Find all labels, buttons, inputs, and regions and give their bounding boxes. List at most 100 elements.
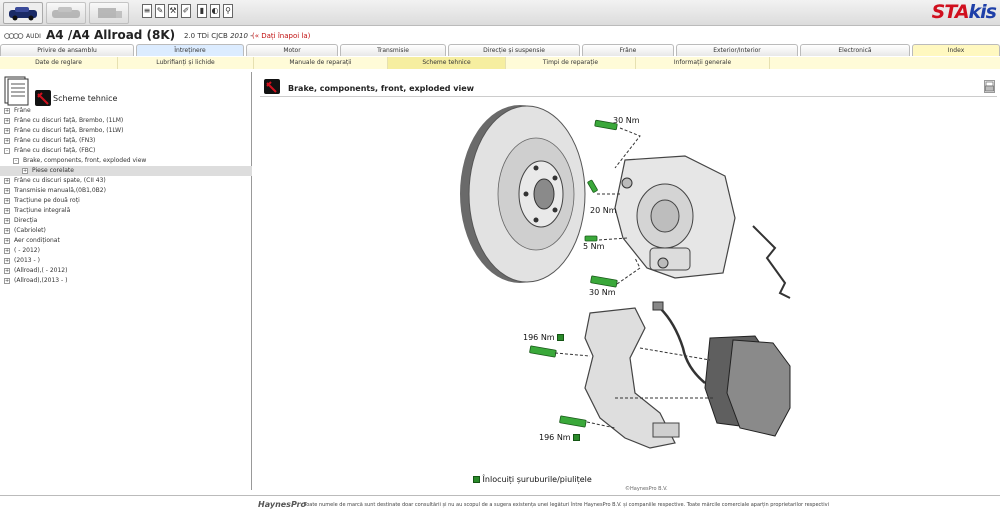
footer-disclaimer: Toate numele de marcă sunt destinate doa… (304, 502, 829, 508)
tools-icon[interactable]: ✎ (155, 4, 165, 18)
tab-maintenance[interactable]: Întreținere (136, 44, 244, 56)
footer: HaynesPro Toate numele de marcă sunt des… (0, 495, 1000, 513)
car-logo-button[interactable] (3, 2, 43, 24)
tree-item[interactable]: + Tracțiune integrală (0, 206, 252, 216)
content-panel: Brake, components, front, exploded view (255, 72, 1000, 492)
tree-item[interactable]: + (Allroad),(2013 - ) (0, 276, 252, 286)
brand-logo: STAkis (931, 1, 997, 23)
car-model-button[interactable] (46, 2, 86, 24)
expand-icon[interactable]: + (22, 168, 28, 174)
brake-pads (704, 335, 791, 437)
tab-engine[interactable]: Motor (246, 44, 338, 56)
tab-transmission[interactable]: Transmisie (340, 44, 446, 56)
car-icon (52, 7, 80, 18)
tree-item[interactable]: - Brake, components, front, exploded view (0, 156, 252, 166)
subtab-diagrams[interactable]: Scheme tehnice (388, 57, 506, 69)
content-header: Brake, components, front, exploded view (260, 75, 997, 97)
torque-label: 20 Nm (590, 206, 617, 215)
expand-icon[interactable]: + (4, 178, 10, 184)
expand-icon[interactable]: + (4, 118, 10, 124)
replace-marker-icon (573, 434, 581, 441)
tree-item[interactable]: + Frâne cu discuri spate, (CII 43) (0, 176, 252, 186)
truck-button[interactable] (89, 2, 129, 24)
wear-sensor (659, 307, 706, 384)
sidebar-tree: + Frâne + Frâne cu discuri față, Brembo, (… (0, 106, 252, 286)
brake-caliper (614, 155, 736, 279)
edit-icon[interactable]: ✐ (181, 4, 191, 18)
tree-item[interactable]: + (Cabriolet) (0, 226, 252, 236)
torque-label: 30 Nm (589, 288, 616, 297)
tab-electronics[interactable]: Electronică (800, 44, 910, 56)
books-icon (4, 76, 51, 106)
tree-item-selected[interactable]: + Piese corelate (0, 166, 252, 176)
expand-icon[interactable]: + (4, 108, 10, 114)
sheet-tool-icon[interactable]: ≡ (142, 4, 152, 18)
replace-marker-icon (473, 476, 480, 483)
tab-exterior[interactable]: Exterior/Interior (676, 44, 798, 56)
sidebar-title: Scheme tehnice (53, 94, 118, 103)
brake-exploded-diagram (460, 105, 791, 449)
subtab-settings[interactable]: Date de reglare (0, 57, 118, 69)
collapse-icon[interactable]: - (4, 148, 10, 154)
tree-item[interactable]: + (Allroad),( - 2012) (0, 266, 252, 276)
tree-item[interactable]: +( - 2012) (0, 246, 252, 256)
diagram-title: Brake, components, front, exploded view (288, 84, 475, 93)
replace-marker-icon (557, 334, 565, 341)
subtab-repair-times[interactable]: Timpi de reparație (506, 57, 636, 69)
tree-item[interactable]: - Frâne cu discuri față, (FBC) (0, 146, 252, 156)
torque-label: 30 Nm (613, 116, 640, 125)
collapse-icon[interactable]: - (13, 158, 19, 164)
tab-index[interactable]: Index (912, 44, 1000, 56)
print-icon[interactable] (984, 80, 995, 93)
expand-icon[interactable]: + (4, 188, 10, 194)
expand-icon[interactable]: + (4, 228, 10, 234)
truck-icon (98, 8, 122, 18)
brake-disc (460, 105, 586, 283)
tree-item[interactable]: + Frâne (0, 106, 252, 116)
vehicle-make: AUDI (26, 33, 41, 40)
caliper-carrier (584, 307, 680, 449)
vehicle-model: A4 /A4 Allroad (8K) (46, 28, 176, 42)
lamp-icon[interactable]: ⚲ (223, 4, 233, 18)
tree-item[interactable]: + Frâne cu discuri față, (FN3) (0, 136, 252, 146)
back-link[interactable]: (« Dați înapoi la) (252, 32, 310, 40)
battery-icon[interactable]: ▮ (197, 4, 207, 18)
vehicle-engine: 2.0 TDi CJCB 2010 - (184, 32, 253, 40)
audi-rings-icon (4, 33, 24, 39)
expand-icon[interactable]: + (4, 238, 10, 244)
top-toolbar: ≡ ✎ ⚒ ✐ ▮ ◐ ⚲ STAkis (0, 0, 1000, 26)
gauge-icon[interactable]: ◐ (210, 4, 220, 18)
tree-item[interactable]: + Frâne cu discuri față, Brembo, (1LW) (0, 126, 252, 136)
expand-icon[interactable]: + (4, 258, 10, 264)
diagram-legend: Înlocuiți șuruburile/piulițele (473, 475, 592, 484)
tree-item[interactable]: + Tracțiune pe două roți (0, 196, 252, 206)
expand-icon[interactable]: + (4, 138, 10, 144)
expand-icon[interactable]: + (4, 198, 10, 204)
expand-icon[interactable]: + (4, 208, 10, 214)
expand-icon[interactable]: + (4, 278, 10, 284)
expand-icon[interactable]: + (4, 248, 10, 254)
tree-item[interactable]: + Aer condiționat (0, 236, 252, 246)
spring-clip (752, 225, 791, 299)
tree-item[interactable]: + Direcția (0, 216, 252, 226)
tree-item[interactable]: + Frâne cu discuri față, Brembo, (1LM) (0, 116, 252, 126)
tree-item[interactable]: + (2013 - ) (0, 256, 252, 266)
footer-brand: HaynesPro (258, 500, 307, 509)
tab-brakes[interactable]: Frâne (582, 44, 674, 56)
diagram-icon (264, 79, 280, 94)
subtab-lubricants[interactable]: Lubrifianți și lichide (118, 57, 254, 69)
subtab-repair-manuals[interactable]: Manuale de reparații (254, 57, 388, 69)
torque-label: 5 Nm (583, 242, 605, 251)
torque-label: 196 Nm (539, 433, 581, 442)
subtab-general-info[interactable]: Informații generale (636, 57, 770, 69)
main-tabs: Privire de ansamblu Întreținere Motor Tr… (0, 44, 1000, 56)
tree-item[interactable]: + Transmisie manuală,(0B1,0B2) (0, 186, 252, 196)
tab-steering[interactable]: Direcție și suspensie (448, 44, 580, 56)
wrench-icon[interactable]: ⚒ (168, 4, 178, 18)
expand-icon[interactable]: + (4, 128, 10, 134)
tab-overview[interactable]: Privire de ansamblu (0, 44, 134, 56)
sidebar: Scheme tehnice + Frâne + Frâne cu discuri … (0, 72, 252, 490)
expand-icon[interactable]: + (4, 268, 10, 274)
expand-icon[interactable]: + (4, 218, 10, 224)
car-icon (9, 7, 37, 21)
